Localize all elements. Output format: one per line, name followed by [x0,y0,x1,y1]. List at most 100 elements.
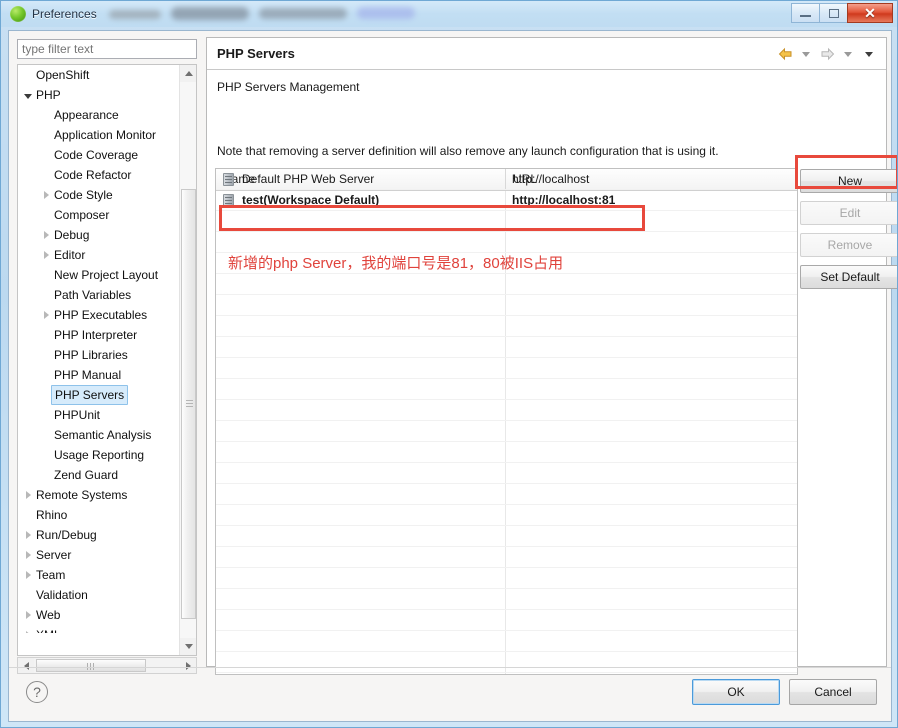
redacted-smudge [357,7,415,19]
filter-input[interactable] [17,39,197,59]
tree-item-label: PHP [36,88,61,102]
tree-item-label: Web [36,608,61,622]
table-row-empty [216,400,797,421]
scroll-down-button[interactable] [180,638,196,655]
table-row-empty [216,421,797,442]
triangle-right-icon[interactable] [20,625,36,633]
triangle-right-icon[interactable] [20,565,36,585]
tree-item-code-refactor[interactable]: Code Refactor [18,165,181,185]
preferences-tree-panel: OpenShift PHP Appearance Application Monito… [15,37,201,674]
table-row-empty [216,463,797,484]
redacted-smudge [109,10,161,19]
tree-item-team[interactable]: Team [18,565,181,585]
tree-item-editor[interactable]: Editor [18,245,181,265]
tree-item-new-project-layout[interactable]: New Project Layout [18,265,181,285]
tree-item-path-variables[interactable]: Path Variables [18,285,181,305]
triangle-right-icon[interactable] [20,485,36,505]
tree-item-label: New Project Layout [54,268,159,282]
tree-item-remote-systems[interactable]: Remote Systems [18,485,181,505]
tree-item-label: Run/Debug [36,528,97,542]
triangle-right-icon[interactable] [38,245,54,265]
scrollbar-grip-icon [186,400,193,408]
tree-item-label: PHP Libraries [54,348,128,362]
tree-item-web[interactable]: Web [18,605,181,625]
triangle-right-icon[interactable] [20,545,36,565]
table-row-empty [216,589,797,610]
tree-item-code-style[interactable]: Code Style [18,185,181,205]
tree-item-label: Code Coverage [54,148,139,162]
tree-item-application-monitor[interactable]: Application Monitor [18,125,181,145]
triangle-right-icon[interactable] [38,225,54,245]
tree-item-label: PHP Interpreter [54,328,138,342]
server-icon [223,194,234,207]
tree-item-php-manual[interactable]: PHP Manual [18,365,181,385]
tree-vertical-scrollbar[interactable] [179,65,196,655]
tree-item-rhino[interactable]: Rhino [18,505,181,525]
dialog-footer: ? OK Cancel [9,667,891,721]
minimize-button[interactable] [791,3,820,23]
back-arrow-icon[interactable] [776,45,794,63]
tree-item-semantic-analysis[interactable]: Semantic Analysis [18,425,181,445]
forward-menu-chevron-down-icon[interactable] [839,45,857,63]
table-row-empty [216,295,797,316]
tree-item-php-libraries[interactable]: PHP Libraries [18,345,181,365]
close-button[interactable]: ✕ [847,3,893,23]
triangle-down-icon[interactable] [20,85,36,105]
table-row-empty [216,610,797,631]
table-row-empty [216,547,797,568]
ok-button[interactable]: OK [692,679,780,705]
table-row-empty [216,526,797,547]
minimize-icon [800,15,811,17]
vertical-scrollbar-thumb[interactable] [181,189,196,619]
cell-name: test(Workspace Default) [242,193,380,207]
view-menu-chevron-down-icon[interactable] [860,45,878,63]
tree-item-label: Usage Reporting [54,448,145,462]
tree-item-php-executables[interactable]: PHP Executables [18,305,181,325]
triangle-right-icon[interactable] [20,525,36,545]
set-default-button[interactable]: Set Default [800,265,897,289]
tree-item-openshift[interactable]: OpenShift [18,65,181,85]
close-icon: ✕ [864,5,876,21]
tree-item-phpunit[interactable]: PHPUnit [18,405,181,425]
tree-item-php[interactable]: PHP [18,85,181,105]
tree-item-label: Code Refactor [54,168,132,182]
tree-item-validation[interactable]: Validation [18,585,181,605]
tree-item-composer[interactable]: Composer [18,205,181,225]
preferences-tree: OpenShift PHP Appearance Application Monito… [17,64,197,656]
page-nav-icons [776,38,878,70]
table-row[interactable]: Default PHP Web Server http://localhost [216,169,797,190]
tree-item-code-coverage[interactable]: Code Coverage [18,145,181,165]
tree-item-usage-reporting[interactable]: Usage Reporting [18,445,181,465]
table-row-empty [216,358,797,379]
forward-arrow-icon [818,45,836,63]
back-menu-chevron-down-icon[interactable] [797,45,815,63]
table-row-empty [216,211,797,232]
preferences-window: Preferences ✕ OpenShift PHP Appearance Appl… [0,0,898,728]
triangle-right-icon[interactable] [38,305,54,325]
tree-item-label: Debug [54,228,90,242]
table-row-empty [216,337,797,358]
help-icon[interactable]: ? [26,681,48,703]
new-button[interactable]: New [800,169,897,193]
tree-item-label: PHP Executables [54,308,148,322]
triangle-right-icon[interactable] [20,605,36,625]
tree-item-php-interpreter[interactable]: PHP Interpreter [18,325,181,345]
tree-item-php-servers[interactable]: PHP Servers [18,385,181,405]
tree-item-run-debug[interactable]: Run/Debug [18,525,181,545]
window-controls: ✕ [791,3,893,23]
tree-item-zend-guard[interactable]: Zend Guard [18,465,181,485]
maximize-button[interactable] [819,3,848,23]
tree-item-server[interactable]: Server [18,545,181,565]
tree-item-xml[interactable]: XML [18,625,181,633]
tree-item-appearance[interactable]: Appearance [18,105,181,125]
triangle-right-icon[interactable] [38,185,54,205]
tree-item-debug[interactable]: Debug [18,225,181,245]
tree-item-label: PHP Manual [54,368,122,382]
cancel-button[interactable]: Cancel [789,679,877,705]
php-servers-page: PHP Servers PHP Servers Management Note … [206,37,897,675]
table-row[interactable]: test(Workspace Default) http://localhost:… [216,190,797,211]
page-title: PHP Servers [217,46,295,61]
tree-item-label: Semantic Analysis [54,428,152,442]
scroll-up-button[interactable] [180,65,196,82]
tree-item-label: Team [36,568,66,582]
